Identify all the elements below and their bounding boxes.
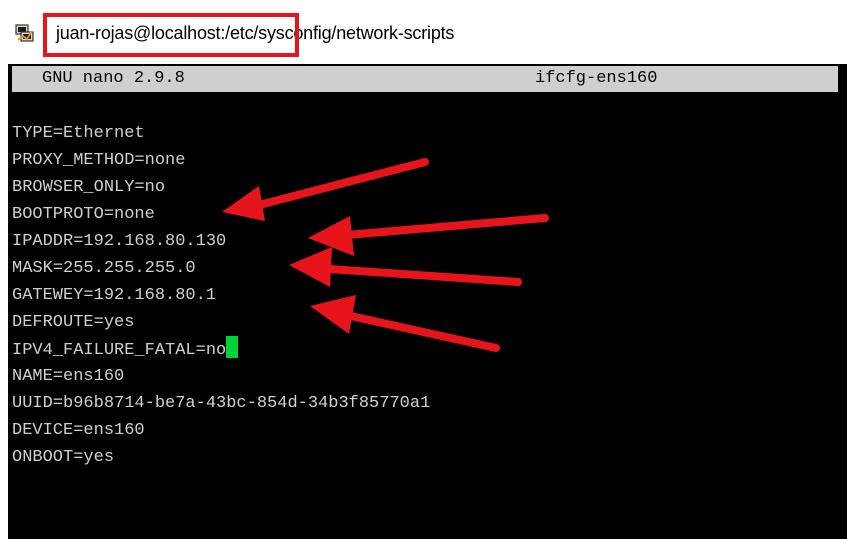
nano-version-label: GNU nano 2.9.8 — [42, 69, 185, 88]
file-line[interactable]: BROWSER_ONLY=no — [12, 174, 430, 201]
file-content[interactable]: TYPE=Ethernet PROXY_METHOD=none BROWSER_… — [12, 120, 430, 471]
file-line[interactable]: DEFROUTE=yes — [12, 309, 430, 336]
file-line-cursor-row[interactable]: IPV4_FAILURE_FATAL=no — [12, 336, 430, 363]
file-line-text: IPV4_FAILURE_FATAL=no — [12, 341, 227, 360]
file-line[interactable]: UUID=b96b8714-be7a-43bc-854d-34b3f85770a… — [12, 390, 430, 417]
file-line[interactable]: GATEWEY=192.168.80.1 — [12, 282, 430, 309]
file-line[interactable]: MASK=255.255.255.0 — [12, 255, 430, 282]
file-line[interactable]: NAME=ens160 — [12, 363, 430, 390]
terminal-area[interactable]: GNU nano 2.9.8 ifcfg-ens160 TYPE=Etherne… — [8, 64, 847, 539]
annotation-highlight-box — [43, 13, 299, 57]
file-line[interactable]: PROXY_METHOD=none — [12, 147, 430, 174]
file-line[interactable]: DEVICE=ens160 — [12, 417, 430, 444]
file-line[interactable]: ONBOOT=yes — [12, 444, 430, 471]
file-line[interactable]: IPADDR=192.168.80.130 — [12, 228, 430, 255]
file-line[interactable]: BOOTPROTO=none — [12, 201, 430, 228]
nano-header-bar: GNU nano 2.9.8 ifcfg-ens160 — [12, 66, 838, 92]
nano-filename-label: ifcfg-ens160 — [535, 69, 658, 88]
file-line[interactable]: TYPE=Ethernet — [12, 120, 430, 147]
putty-icon[interactable] — [14, 22, 36, 44]
window-titlebar[interactable]: juan-rojas@localhost:/etc/sysconfig/netw… — [0, 0, 847, 64]
text-cursor — [226, 336, 239, 358]
